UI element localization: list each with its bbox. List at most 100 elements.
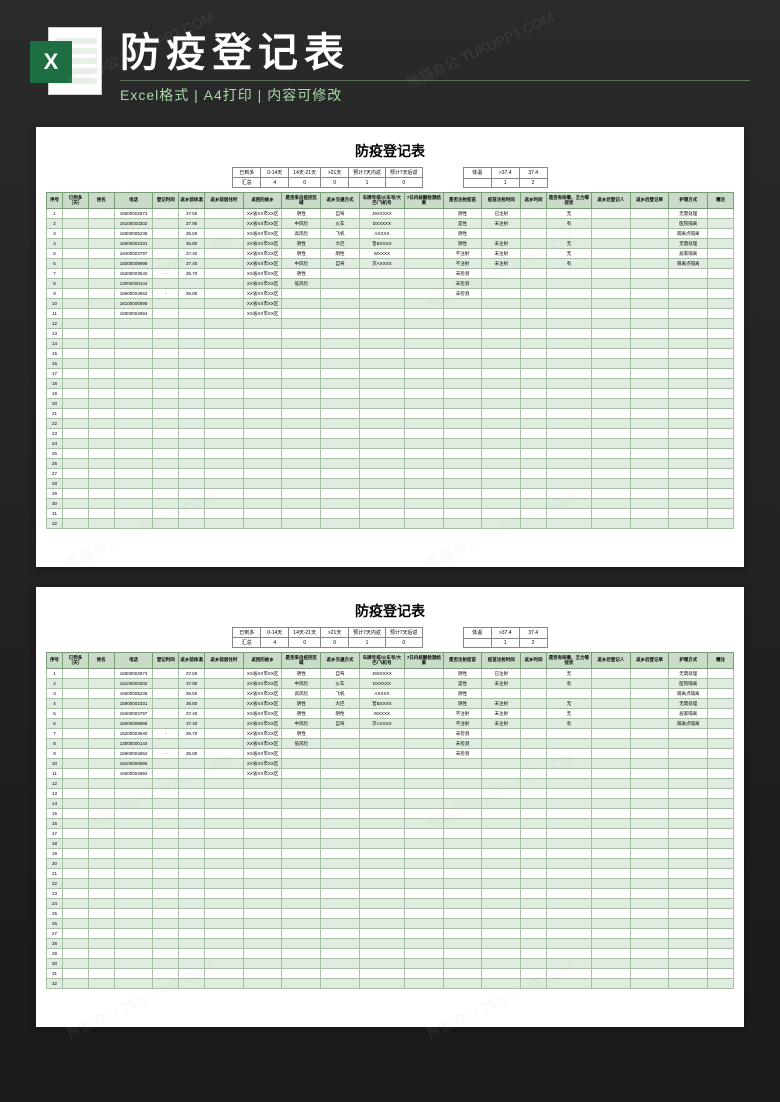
table-row: 13 — [47, 329, 734, 339]
table-cell — [321, 429, 360, 439]
table-row: 21510000330237.90XX省XX市XX区中风险火车DXXXXX是性未… — [47, 679, 734, 689]
table-cell — [321, 849, 360, 859]
table-cell — [669, 849, 708, 859]
table-cell: 36.80 — [179, 699, 205, 709]
table-cell — [114, 799, 153, 809]
table-cell — [521, 759, 547, 769]
table-row: 29 — [47, 949, 734, 959]
table-cell: 17 — [47, 369, 63, 379]
table-cell — [630, 469, 669, 479]
table-cell: 9 — [47, 749, 63, 759]
table-cell — [630, 479, 669, 489]
table-cell: 未检测 — [443, 749, 482, 759]
table-cell — [630, 759, 669, 769]
table-cell — [63, 259, 89, 269]
table-cell: 15 — [47, 349, 63, 359]
table-cell — [359, 419, 404, 429]
table-cell — [708, 289, 734, 299]
table-cell — [321, 739, 360, 749]
table-cell — [282, 829, 321, 839]
table-cell — [546, 409, 591, 419]
table-cell — [630, 489, 669, 499]
table-row: 1018100000895XX省XX市XX区 — [47, 759, 734, 769]
table-cell: 是性 — [443, 219, 482, 229]
table-row: 20 — [47, 859, 734, 869]
summary-value-cell: 0 — [321, 178, 349, 188]
table-cell — [63, 279, 89, 289]
table-row: 28 — [47, 939, 734, 949]
table-cell — [669, 379, 708, 389]
table-cell — [88, 499, 114, 509]
table-cell — [359, 489, 404, 499]
table-cell: 21 — [47, 869, 63, 879]
table-cell — [404, 709, 443, 719]
table-cell — [482, 839, 521, 849]
table-cell — [282, 349, 321, 359]
table-cell: 8 — [47, 279, 63, 289]
table-cell — [708, 789, 734, 799]
table-cell — [482, 749, 521, 759]
table-cell — [546, 959, 591, 969]
table-cell — [321, 749, 360, 759]
table-cell — [404, 399, 443, 409]
table-cell — [359, 469, 404, 479]
table-cell — [521, 289, 547, 299]
table-cell — [359, 919, 404, 929]
table-cell — [243, 789, 282, 799]
table-cell — [592, 839, 631, 849]
table-cell: XX省XX市XX区 — [243, 759, 282, 769]
table-cell — [88, 849, 114, 859]
table-cell: 未检测 — [443, 289, 482, 299]
table-cell — [179, 339, 205, 349]
table-cell: 27 — [47, 469, 63, 479]
table-cell — [708, 329, 734, 339]
table-cell: 30 — [47, 499, 63, 509]
table-cell — [630, 219, 669, 229]
table-cell — [630, 439, 669, 449]
table-cell — [669, 819, 708, 829]
table-cell: XX省XX市XX区 — [243, 769, 282, 779]
table-cell — [404, 829, 443, 839]
table-cell — [630, 809, 669, 819]
table-cell — [179, 279, 205, 289]
table-cell: XX省XX市XX区 — [243, 729, 282, 739]
table-cell: 23 — [47, 889, 63, 899]
table-cell — [205, 979, 244, 989]
table-cell — [321, 839, 360, 849]
table-cell: XX省XX市XX区 — [243, 739, 282, 749]
table-cell — [630, 979, 669, 989]
table-cell — [708, 519, 734, 529]
table-cell — [630, 769, 669, 779]
table-cell — [63, 839, 89, 849]
table-cell — [205, 519, 244, 529]
table-cell — [321, 399, 360, 409]
table-cell — [88, 249, 114, 259]
table-cell — [708, 379, 734, 389]
table-cell — [321, 799, 360, 809]
table-cell — [179, 299, 205, 309]
table-cell — [243, 449, 282, 459]
table-cell — [546, 949, 591, 959]
table-row: 11500000287337.50XX省XX市XX区阴性自驾J9XXXXX阴性已… — [47, 669, 734, 679]
table-cell: 不注射 — [443, 709, 482, 719]
table-cell — [243, 439, 282, 449]
table-cell — [521, 249, 547, 259]
table-cell — [179, 969, 205, 979]
table-cell — [282, 779, 321, 789]
table-cell: 20 — [47, 859, 63, 869]
table-cell — [114, 829, 153, 839]
table-cell — [282, 859, 321, 869]
table-cell — [630, 949, 669, 959]
table-cell — [521, 719, 547, 729]
table-cell: 26 — [47, 919, 63, 929]
table-cell: 24 — [47, 899, 63, 909]
table-cell: XX省XX市XX区 — [243, 719, 282, 729]
table-cell — [404, 479, 443, 489]
table-cell — [114, 319, 153, 329]
table-row: 1115000004994XX省XX市XX区 — [47, 309, 734, 319]
table-cell — [592, 889, 631, 899]
table-cell — [404, 239, 443, 249]
column-header: 登记时间 — [153, 193, 179, 209]
table-cell: 未检测 — [443, 729, 482, 739]
table-cell — [630, 519, 669, 529]
